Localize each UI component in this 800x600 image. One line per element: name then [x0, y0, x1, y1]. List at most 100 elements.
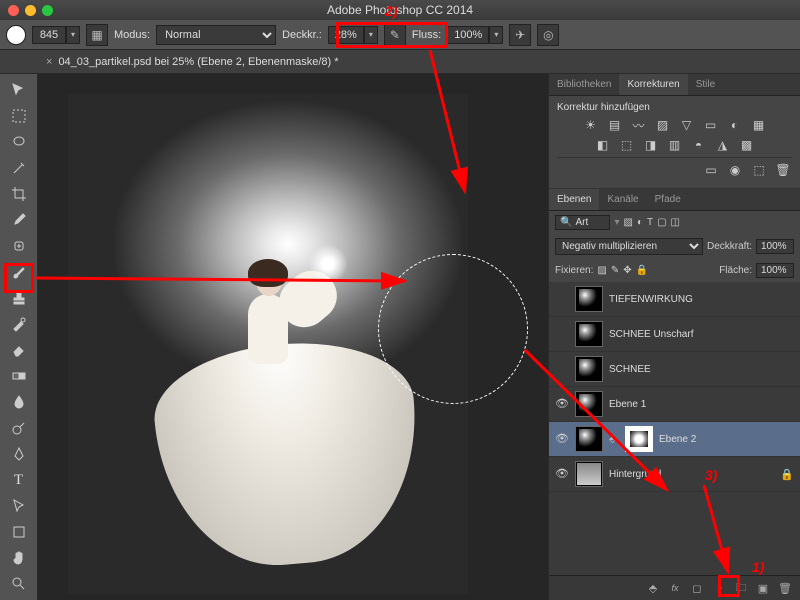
- eyedropper-tool[interactable]: [6, 208, 32, 232]
- visibility-icon[interactable]: 👁: [555, 432, 569, 446]
- tab-adjustments[interactable]: Korrekturen: [619, 74, 687, 95]
- lock-position-icon[interactable]: ✥: [623, 265, 631, 276]
- move-tool[interactable]: [6, 78, 32, 102]
- filter-adjust-icon[interactable]: ◐: [637, 217, 643, 228]
- adj-levels-icon[interactable]: ▤: [606, 117, 624, 133]
- layer-row[interactable]: TIEFENWIRKUNG: [549, 282, 800, 317]
- eraser-tool[interactable]: [6, 338, 32, 362]
- brush-panel-toggle[interactable]: ▦: [86, 24, 108, 46]
- layer-filter-input[interactable]: [575, 217, 605, 228]
- blend-mode-layer-select[interactable]: Negativ multiplizieren: [555, 238, 703, 255]
- adj-footer-3[interactable]: ⬚: [750, 162, 768, 178]
- layer-thumb[interactable]: [575, 391, 603, 417]
- fx-icon[interactable]: fx: [666, 580, 684, 596]
- group-icon[interactable]: 🗀: [732, 580, 750, 596]
- layer-name[interactable]: SCHNEE: [609, 364, 651, 375]
- link-layers-icon[interactable]: ⬘: [644, 580, 662, 596]
- flow-field[interactable]: 100%: [447, 26, 489, 44]
- adj-mixer-icon[interactable]: ◧: [594, 137, 612, 153]
- layer-name[interactable]: Hintergrund: [609, 469, 661, 480]
- adj-photo-filter-icon[interactable]: ▦: [750, 117, 768, 133]
- adj-selective-icon[interactable]: ▩: [738, 137, 756, 153]
- canvas[interactable]: [38, 74, 548, 600]
- tab-paths[interactable]: Pfade: [647, 189, 689, 210]
- layer-thumb[interactable]: [575, 321, 603, 347]
- mask-link-icon[interactable]: ⬘: [609, 434, 619, 445]
- hand-tool[interactable]: [6, 546, 32, 570]
- adj-footer-1[interactable]: ▭: [702, 162, 720, 178]
- layer-name[interactable]: SCHNEE Unscharf: [609, 329, 693, 340]
- adj-threshold-icon[interactable]: ◓: [690, 137, 708, 153]
- visibility-icon[interactable]: [555, 292, 569, 306]
- crop-tool[interactable]: [6, 182, 32, 206]
- layer-row[interactable]: 👁 ⬘ Ebene 2: [549, 422, 800, 457]
- pressure-size-icon[interactable]: ◎: [537, 24, 559, 46]
- close-tab-icon[interactable]: ×: [46, 56, 52, 68]
- healing-tool[interactable]: [6, 234, 32, 258]
- type-tool[interactable]: T: [6, 468, 32, 492]
- opacity-field[interactable]: 28%: [328, 26, 364, 44]
- adj-vibrance-icon[interactable]: ▽: [678, 117, 696, 133]
- zoom-tool[interactable]: [6, 572, 32, 596]
- adjustment-layer-icon[interactable]: ◑: [710, 580, 728, 596]
- lock-transparent-icon[interactable]: ▨: [597, 265, 606, 276]
- visibility-icon[interactable]: [555, 327, 569, 341]
- mask-thumb[interactable]: [625, 426, 653, 452]
- airbrush-icon[interactable]: ✈: [509, 24, 531, 46]
- gradient-tool[interactable]: [6, 364, 32, 388]
- fill-field[interactable]: 100%: [756, 263, 794, 278]
- filter-smart-icon[interactable]: ◫: [671, 217, 680, 228]
- tab-channels[interactable]: Kanäle: [599, 189, 646, 210]
- layer-row[interactable]: SCHNEE Unscharf: [549, 317, 800, 352]
- layer-name[interactable]: TIEFENWIRKUNG: [609, 294, 693, 305]
- blend-mode-select[interactable]: Normal: [156, 25, 276, 45]
- tab-libraries[interactable]: Bibliotheken: [549, 74, 619, 95]
- visibility-icon[interactable]: 👁: [555, 397, 569, 411]
- zoom-window[interactable]: [42, 5, 53, 16]
- layer-name[interactable]: Ebene 2: [659, 434, 696, 445]
- adj-gradient-icon[interactable]: ◮: [714, 137, 732, 153]
- brush-preview[interactable]: [6, 25, 26, 45]
- visibility-icon[interactable]: [555, 362, 569, 376]
- pressure-opacity-icon[interactable]: ✎: [384, 24, 406, 46]
- brush-size-field[interactable]: 845: [32, 26, 66, 44]
- dodge-tool[interactable]: [6, 416, 32, 440]
- pen-tool[interactable]: [6, 442, 32, 466]
- add-mask-icon[interactable]: ◻: [688, 580, 706, 596]
- layer-filter[interactable]: 🔍: [555, 215, 610, 230]
- layer-thumb[interactable]: [575, 461, 603, 487]
- opacity-dropdown[interactable]: [364, 26, 378, 44]
- layer-opacity-field[interactable]: 100%: [756, 239, 794, 254]
- adj-trash-icon[interactable]: 🗑: [774, 162, 792, 178]
- delete-layer-icon[interactable]: 🗑: [776, 580, 794, 596]
- close-window[interactable]: [8, 5, 19, 16]
- minimize-window[interactable]: [25, 5, 36, 16]
- adj-lookup-icon[interactable]: ⬚: [618, 137, 636, 153]
- adj-posterize-icon[interactable]: ▥: [666, 137, 684, 153]
- adj-footer-2[interactable]: ◉: [726, 162, 744, 178]
- layer-name[interactable]: Ebene 1: [609, 399, 646, 410]
- layer-thumb[interactable]: [575, 356, 603, 382]
- document-tab-title[interactable]: 04_03_partikel.psd bei 25% (Ebene 2, Ebe…: [58, 56, 338, 68]
- brush-size-dropdown[interactable]: [66, 26, 80, 44]
- brush-tool[interactable]: [6, 260, 32, 284]
- adj-exposure-icon[interactable]: ▨: [654, 117, 672, 133]
- filter-pixel-icon[interactable]: ▧: [623, 217, 632, 228]
- adj-invert-icon[interactable]: ◨: [642, 137, 660, 153]
- tab-styles[interactable]: Stile: [688, 74, 723, 95]
- adj-curves-icon[interactable]: 〰: [630, 117, 648, 133]
- adj-bw-icon[interactable]: ◐: [726, 117, 744, 133]
- flow-dropdown[interactable]: [489, 26, 503, 44]
- layer-row[interactable]: SCHNEE: [549, 352, 800, 387]
- layer-row[interactable]: 👁Hintergrund🔒: [549, 457, 800, 492]
- blur-tool[interactable]: [6, 390, 32, 414]
- lasso-tool[interactable]: [6, 130, 32, 154]
- layer-thumb[interactable]: [575, 426, 603, 452]
- adj-hue-icon[interactable]: ▭: [702, 117, 720, 133]
- lock-all-icon[interactable]: 🔒: [636, 265, 648, 276]
- shape-tool[interactable]: [6, 520, 32, 544]
- stamp-tool[interactable]: [6, 286, 32, 310]
- adj-brightness-icon[interactable]: ☀: [582, 117, 600, 133]
- layer-row[interactable]: 👁 Ebene 1: [549, 387, 800, 422]
- filter-type-icon[interactable]: T: [647, 217, 653, 228]
